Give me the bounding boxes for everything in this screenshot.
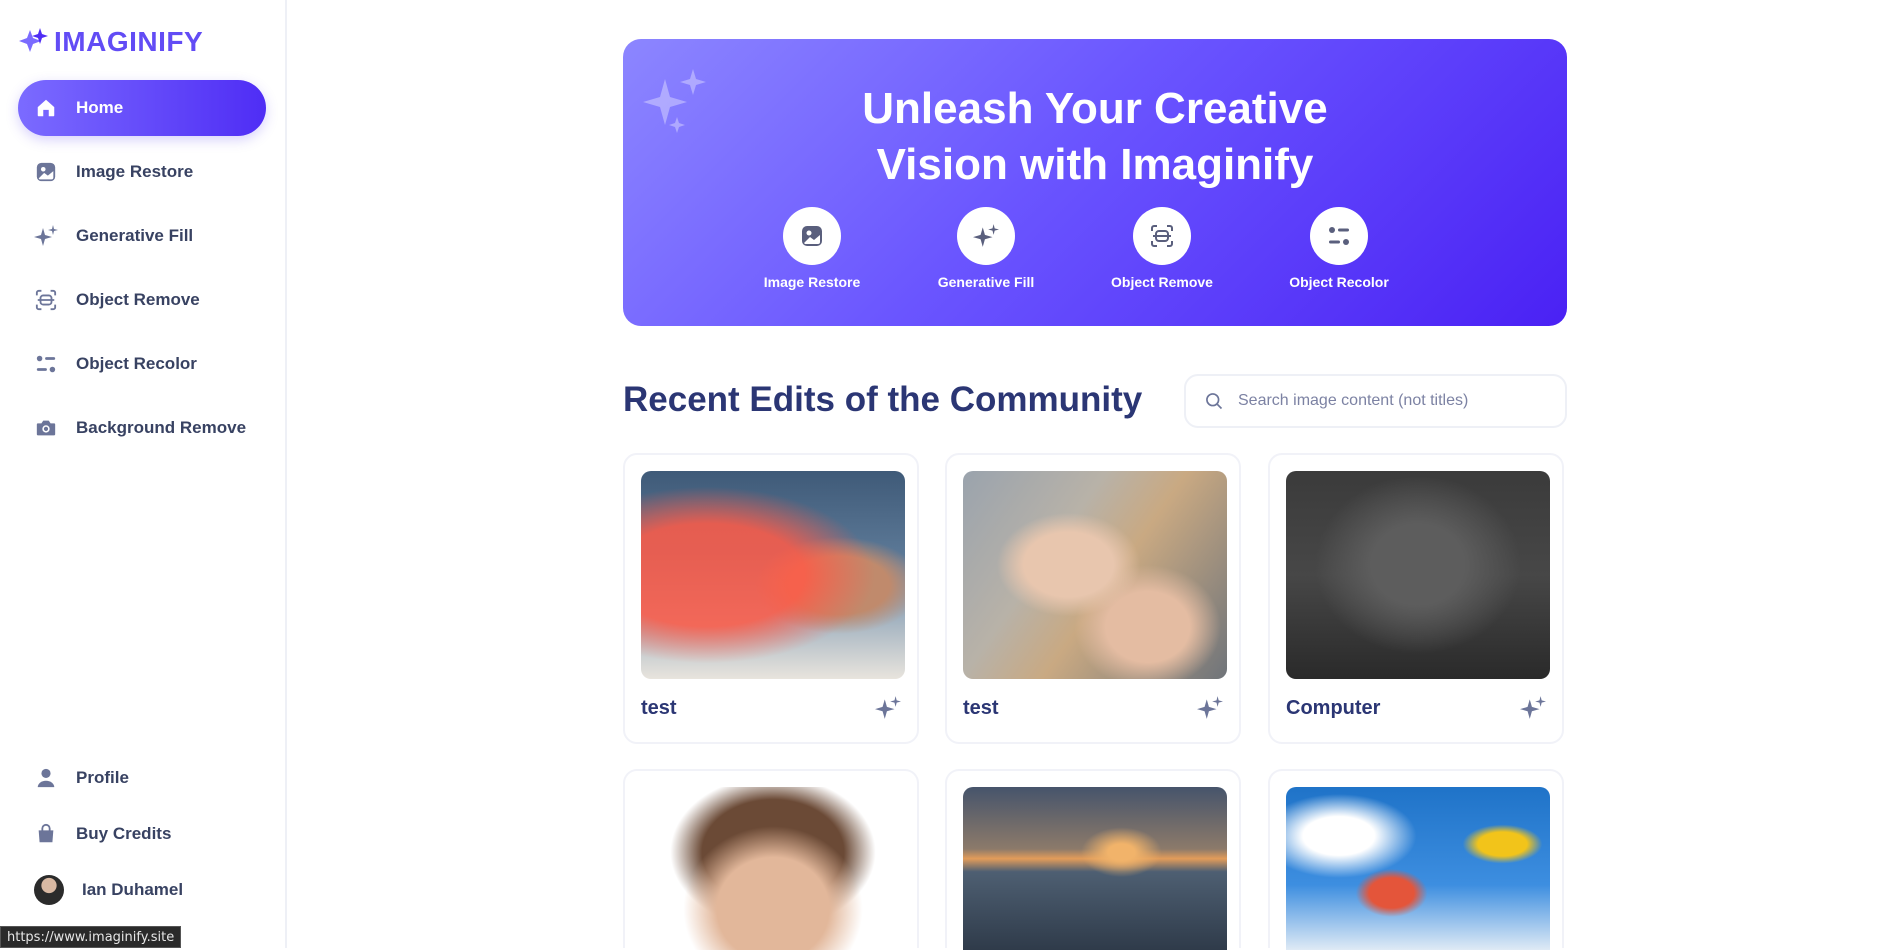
image-icon [802, 226, 822, 246]
sidebar-item-label: Background Remove [76, 418, 247, 437]
hero-title-line-2: Vision with Imaginify [876, 140, 1314, 189]
community-card[interactable]: Computer [1268, 453, 1564, 744]
community-card[interactable] [945, 769, 1241, 950]
scan-icon [1151, 225, 1173, 247]
hero-tool-generative-fill[interactable]: Generative Fill [906, 207, 1066, 290]
home-icon [34, 96, 58, 120]
hero-banner: Unleash Your Creative Vision with Imagin… [623, 39, 1567, 326]
user-name: Ian Duhamel [82, 880, 184, 899]
logo[interactable]: IMAGINIFY [18, 26, 203, 58]
tool-label: Object Remove [1111, 274, 1213, 290]
sidebar-item-label: Profile [76, 768, 129, 787]
profile-icon [34, 766, 58, 790]
community-card[interactable]: test [945, 453, 1241, 744]
search-box[interactable] [1184, 374, 1567, 428]
image-icon [34, 160, 58, 184]
stars-icon [34, 224, 58, 248]
stars-icon [1520, 696, 1546, 719]
hero-tool-object-recolor[interactable]: Object Recolor [1259, 207, 1419, 290]
tool-icon-circle[interactable] [1133, 207, 1191, 265]
sidebar-item-label: Image Restore [76, 162, 194, 181]
sidebar-item-label: Buy Credits [76, 824, 172, 843]
community-card[interactable]: test [623, 453, 919, 744]
card-image[interactable] [1286, 471, 1550, 679]
hero-tool-image-restore[interactable]: Image Restore [732, 207, 892, 290]
hero-title: Unleash Your Creative Vision with Imagin… [623, 81, 1567, 193]
search-icon [1206, 393, 1223, 410]
community-section-title: Recent Edits of the Community [623, 380, 1143, 419]
user-account[interactable]: Ian Duhamel [18, 866, 266, 914]
stars-icon [973, 224, 999, 247]
tool-label: Generative Fill [937, 274, 1035, 290]
stars-icon [875, 696, 901, 719]
filter-icon [1329, 227, 1349, 245]
hero-title-line-1: Unleash Your Creative [862, 84, 1328, 133]
card-image[interactable] [1286, 787, 1550, 950]
community-card[interactable] [1268, 769, 1564, 950]
tool-icon-circle[interactable] [783, 207, 841, 265]
sidebar-item-label: Home [76, 98, 124, 117]
sidebar-item-profile[interactable]: Profile [18, 754, 266, 802]
sidebar-item-buy-credits[interactable]: Buy Credits [18, 810, 266, 858]
card-image[interactable] [641, 787, 905, 950]
sidebar-item-label: Object Recolor [76, 354, 197, 373]
sidebar-item-object-remove[interactable]: Object Remove [18, 272, 266, 328]
scan-icon [34, 288, 58, 312]
sidebar: IMAGINIFY Home Image Restore Generative … [0, 0, 287, 948]
card-image[interactable] [963, 471, 1227, 679]
card-image[interactable] [641, 471, 905, 679]
tool-icon-circle[interactable] [1310, 207, 1368, 265]
bag-icon [34, 822, 58, 846]
sidebar-item-background-remove[interactable]: Background Remove [18, 400, 266, 456]
sidebar-item-label: Object Remove [76, 290, 200, 309]
tool-label: Object Recolor [1289, 274, 1389, 290]
tool-label: Image Restore [763, 274, 861, 290]
card-title: test [641, 697, 677, 719]
logo-text: IMAGINIFY [54, 26, 204, 57]
stars-icon [1197, 696, 1223, 719]
community-card[interactable] [623, 769, 919, 950]
logo-sparkle-icon [19, 28, 48, 52]
sidebar-bottom-nav: Profile Buy Credits Ian Duhamel [18, 754, 266, 914]
sidebar-item-label: Generative Fill [76, 226, 194, 245]
card-image[interactable] [963, 787, 1227, 950]
camera-icon [34, 416, 58, 440]
avatar[interactable] [34, 875, 64, 905]
hero-tool-links: Image Restore Generative Fill Object Rem… [623, 207, 1567, 297]
hero-tool-object-remove[interactable]: Object Remove [1082, 207, 1242, 290]
sidebar-item-generative-fill[interactable]: Generative Fill [18, 208, 266, 264]
sidebar-item-home[interactable]: Home [18, 80, 266, 136]
search-input[interactable] [1238, 392, 1558, 410]
status-bar-url: https://www.imaginify.site [0, 926, 182, 948]
card-title: test [963, 697, 999, 719]
tool-icon-circle[interactable] [957, 207, 1015, 265]
filter-icon [34, 352, 58, 376]
sidebar-item-image-restore[interactable]: Image Restore [18, 144, 266, 200]
sidebar-nav: Home Image Restore Generative Fill Objec… [18, 80, 266, 464]
card-title: Computer [1286, 697, 1381, 719]
sidebar-item-object-recolor[interactable]: Object Recolor [18, 336, 266, 392]
